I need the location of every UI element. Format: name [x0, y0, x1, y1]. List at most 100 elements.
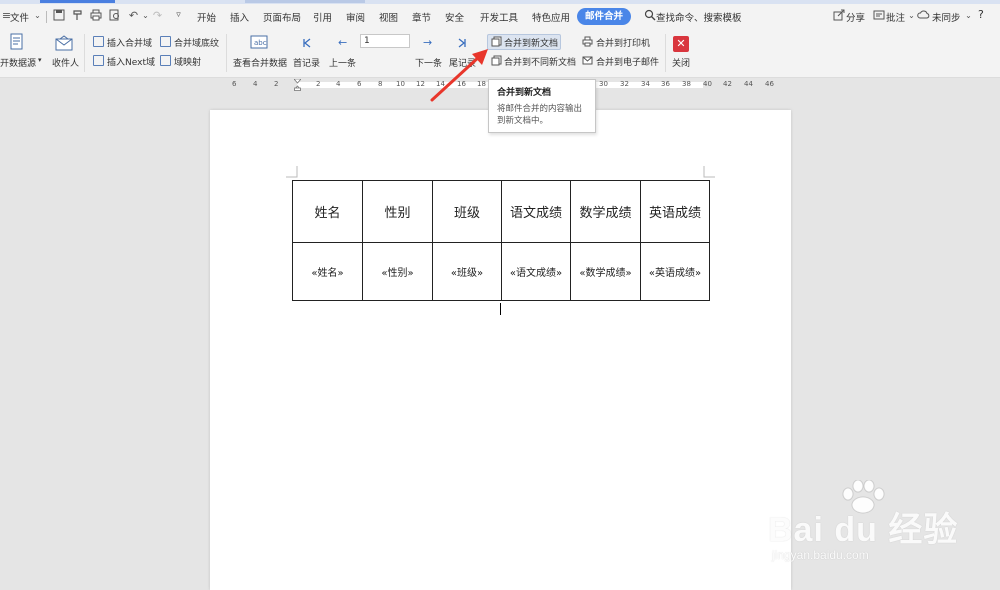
header-cell-class[interactable]: 班级: [432, 180, 502, 243]
search-command[interactable]: 查找命令、搜索模板: [656, 10, 742, 24]
header-cell-math-score[interactable]: 数学成绩: [570, 180, 641, 243]
ruler-tick-label: 44: [744, 80, 753, 88]
tooltip-merge-to-new-doc: 合并到新文档 将邮件合并的内容输出到新文档中。: [488, 79, 596, 133]
save-icon[interactable]: [52, 9, 65, 22]
menu-bar: ≡ 文件 ⌄ ↶ ⌄ ↷ ▿ 开始 插入 页面布局 引用 审阅 视图 章节 安全…: [0, 4, 1000, 30]
tooltip-description: 将邮件合并的内容输出到新文档中。: [497, 104, 583, 126]
margin-corner-mark: [286, 166, 298, 178]
file-menu[interactable]: 文件: [10, 10, 29, 24]
insert-field-icon: [93, 36, 104, 47]
prev-record-label: 上一条: [329, 59, 357, 69]
ruler-tick-label: 2: [274, 80, 279, 88]
search-icon[interactable]: [643, 9, 656, 22]
merge-table[interactable]: 姓名 性别 班级 语文成绩 数学成绩 英语成绩 «姓名» «性别» «班级» «…: [292, 180, 710, 301]
help-button[interactable]: ?: [978, 8, 984, 21]
insert-merge-field-label: 插入合并域: [107, 39, 153, 49]
cloud-sync-icon[interactable]: [917, 9, 930, 22]
tab-page-layout[interactable]: 页面布局: [263, 10, 301, 24]
watermark-url: jingyan.baidu.com: [772, 548, 869, 562]
tab-chapter[interactable]: 章节: [412, 10, 431, 24]
ruler-tick-label: 4: [336, 80, 341, 88]
customize-icon[interactable]: ▿: [172, 9, 185, 22]
merge-to-new-doc-label: 合并到新文档: [504, 39, 559, 49]
ruler-tick-label: 38: [682, 80, 691, 88]
open-datasource-label: 开数据源: [0, 59, 37, 69]
tab-review[interactable]: 审阅: [346, 10, 365, 24]
chevron-down-icon[interactable]: ▾: [38, 56, 42, 64]
chevron-down-icon[interactable]: ⌄: [31, 9, 44, 22]
header-cell-gender[interactable]: 性别: [362, 180, 433, 243]
ruler-tick-label: 2: [316, 80, 321, 88]
insert-next-icon: [93, 55, 104, 66]
merge-to-different-docs-label: 合并到不同新文档: [504, 58, 577, 68]
merge-field-class[interactable]: «班级»: [432, 242, 502, 301]
divider: [665, 34, 666, 72]
header-cell-name[interactable]: 姓名: [292, 180, 363, 243]
insert-next-label: 插入Next域: [107, 58, 155, 68]
tab-indicator: [40, 0, 115, 3]
ruler-tick-label: 8: [378, 80, 383, 88]
merge-field-gender[interactable]: «性别»: [362, 242, 433, 301]
ruler-tick-label: 40: [703, 80, 712, 88]
ruler-tick-label: 30: [599, 80, 608, 88]
ruler-tick-label: 36: [661, 80, 670, 88]
shading-icon: [160, 36, 171, 47]
ruler-tick-label: 6: [357, 80, 362, 88]
header-cell-english-score[interactable]: 英语成绩: [640, 180, 710, 243]
mapping-icon: [160, 55, 171, 66]
watermark-brand: Bai du 经验: [768, 511, 959, 549]
ruler-tick-label: 12: [416, 80, 425, 88]
tab-security[interactable]: 安全: [445, 10, 464, 24]
tab-indicator: [245, 0, 365, 3]
svg-text:abc: abc: [254, 39, 267, 47]
merge-field-chinese-score[interactable]: «语文成绩»: [501, 242, 571, 301]
chevron-down-icon[interactable]: ⌄: [962, 9, 975, 22]
redo-icon[interactable]: ↷: [151, 9, 164, 22]
header-cell-chinese-score[interactable]: 语文成绩: [501, 180, 571, 243]
close-label: 关闭: [672, 59, 691, 69]
merge-to-email-label: 合并到电子邮件: [596, 58, 660, 68]
ruler-tick-label: 32: [620, 80, 629, 88]
baidu-jingyan-watermark: Bai du 经验 jingyan.baidu.com: [760, 480, 990, 570]
ruler-tick-label: 46: [765, 80, 774, 88]
share-icon[interactable]: [832, 9, 845, 22]
ruler-tick-label: 34: [641, 80, 650, 88]
ruler-tick-label: 6: [232, 80, 237, 88]
format-painter-icon[interactable]: [71, 9, 84, 22]
merge-field-english-score[interactable]: «英语成绩»: [640, 242, 710, 301]
print-icon[interactable]: [89, 9, 102, 22]
email-icon: [582, 56, 593, 65]
divider: [84, 34, 85, 72]
tab-home[interactable]: 开始: [197, 10, 216, 24]
comment-button[interactable]: 批注: [886, 10, 905, 24]
tab-insert[interactable]: 插入: [230, 10, 249, 24]
arrow-left-icon: ←: [338, 36, 348, 49]
tab-mail-merge[interactable]: 邮件合并: [577, 8, 631, 25]
merge-field-math-score[interactable]: «数学成绩»: [570, 242, 641, 301]
print-preview-icon[interactable]: [108, 9, 121, 22]
tab-developer[interactable]: 开发工具: [480, 10, 518, 24]
margin-corner-mark: [703, 166, 715, 178]
tab-special[interactable]: 特色应用: [532, 10, 570, 24]
indent-marker-icon[interactable]: [294, 79, 301, 91]
tab-view[interactable]: 视图: [379, 10, 398, 24]
view-merged-data-label: 查看合并数据: [233, 59, 288, 69]
share-button[interactable]: 分享: [846, 10, 865, 24]
first-record-label: 首记录: [293, 59, 321, 69]
tab-references[interactable]: 引用: [313, 10, 332, 24]
view-data-icon: abc: [250, 35, 268, 49]
sync-status[interactable]: 未同步: [932, 10, 961, 24]
document-page[interactable]: 姓名 性别 班级 语文成绩 数学成绩 英语成绩 «姓名» «性别» «班级» «…: [210, 110, 791, 590]
divider: [226, 34, 227, 72]
record-number-input[interactable]: 1: [360, 34, 410, 48]
database-icon: [10, 33, 23, 50]
ruler-tick-label: 10: [396, 80, 405, 88]
field-mapping-label: 域映射: [174, 58, 202, 68]
text-cursor: [500, 303, 501, 315]
comment-icon[interactable]: [872, 9, 885, 22]
ruler-tick-label: 4: [253, 80, 258, 88]
merge-field-name[interactable]: «姓名»: [292, 242, 363, 301]
printer-icon: [582, 36, 593, 47]
envelope-icon: [55, 35, 73, 51]
ruler-tick-label: 42: [723, 80, 732, 88]
